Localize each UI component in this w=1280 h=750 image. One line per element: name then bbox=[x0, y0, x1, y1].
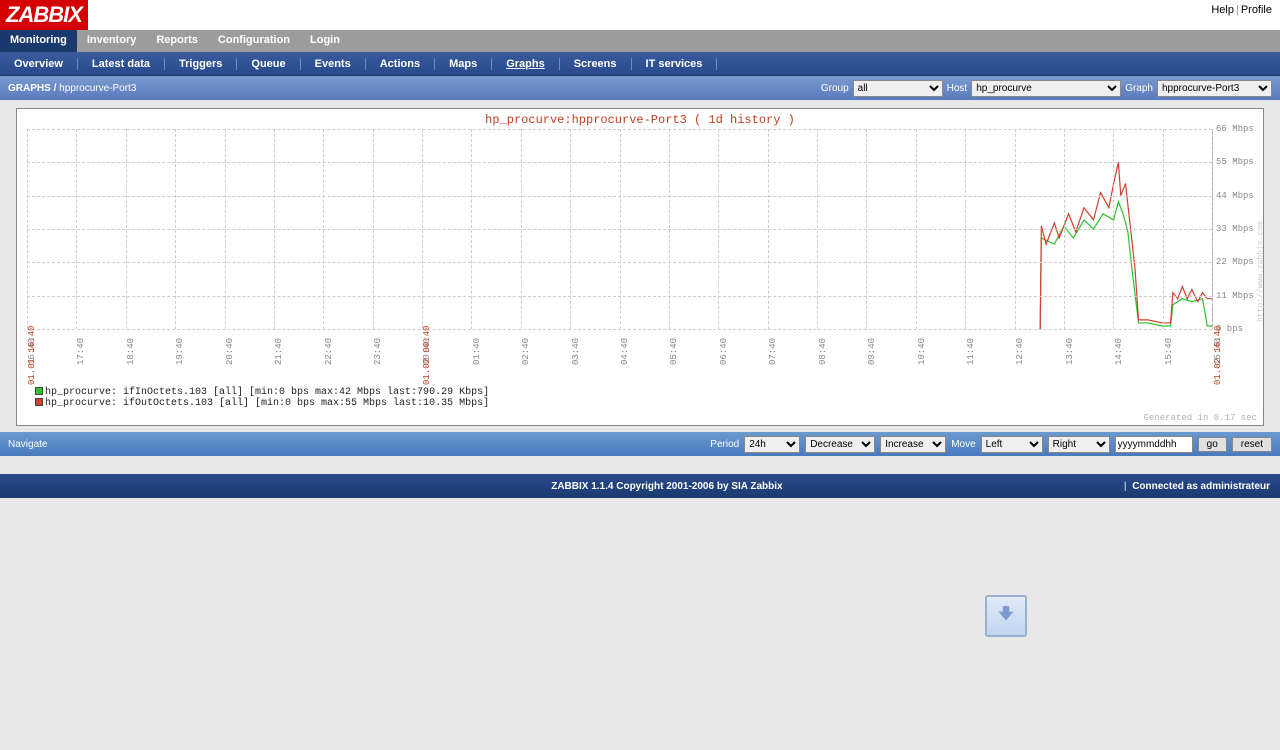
context-bar: GRAPHS / hpprocurve-Port3 Group all Host… bbox=[0, 76, 1280, 100]
footer-connection: | Connected as administrateur bbox=[1124, 481, 1270, 492]
subnav-triggers[interactable]: Triggers bbox=[165, 58, 237, 70]
subnav-latest-data[interactable]: Latest data bbox=[78, 58, 165, 70]
subnav-overview[interactable]: Overview bbox=[0, 58, 78, 70]
subnav-graphs[interactable]: Graphs bbox=[492, 58, 560, 70]
group-select[interactable]: all bbox=[853, 80, 943, 97]
profile-link[interactable]: Profile bbox=[1241, 4, 1272, 16]
navigate-label: Navigate bbox=[8, 439, 47, 450]
go-button[interactable]: go bbox=[1198, 437, 1227, 452]
graph-panel: hp_procurve:hpprocurve-Port3 ( 1d histor… bbox=[16, 108, 1264, 426]
chart-xaxis: 16:4017:4018:4019:4020:4021:4022:4023:40… bbox=[27, 329, 1213, 385]
crumb-section: GRAPHS bbox=[8, 83, 51, 94]
period-select[interactable]: 24h bbox=[744, 436, 800, 453]
move-right-select[interactable]: Right bbox=[1048, 436, 1110, 453]
tab-reports[interactable]: Reports bbox=[146, 30, 208, 52]
chart-plot-area: 0 bps11 Mbps22 Mbps33 Mbps44 Mbps55 Mbps… bbox=[27, 129, 1213, 329]
move-label: Move bbox=[951, 439, 975, 450]
decrease-select[interactable]: Decrease bbox=[805, 436, 875, 453]
subnav-events[interactable]: Events bbox=[301, 58, 366, 70]
host-label: Host bbox=[947, 83, 968, 94]
breadcrumb: GRAPHS / hpprocurve-Port3 bbox=[8, 83, 136, 94]
crumb-current: hpprocurve-Port3 bbox=[59, 83, 136, 94]
tab-monitoring[interactable]: Monitoring bbox=[0, 30, 77, 52]
main-nav: MonitoringInventoryReportsConfigurationL… bbox=[0, 30, 1280, 52]
chart-title: hp_procurve:hpprocurve-Port3 ( 1d histor… bbox=[17, 109, 1263, 129]
move-left-select[interactable]: Left bbox=[981, 436, 1043, 453]
subnav-it-services[interactable]: IT services bbox=[632, 58, 718, 70]
group-label: Group bbox=[821, 83, 849, 94]
reset-button[interactable]: reset bbox=[1232, 437, 1272, 452]
subnav-actions[interactable]: Actions bbox=[366, 58, 435, 70]
tab-configuration[interactable]: Configuration bbox=[208, 30, 300, 52]
graph-label: Graph bbox=[1125, 83, 1153, 94]
graph-select[interactable]: hpprocurve-Port3 bbox=[1157, 80, 1272, 97]
logo: ZABBIX bbox=[0, 0, 88, 30]
gen-note: Generated in 0.17 sec bbox=[17, 413, 1263, 425]
sub-nav: OverviewLatest dataTriggersQueueEventsAc… bbox=[0, 52, 1280, 76]
download-icon[interactable] bbox=[985, 595, 1027, 637]
chart-legend: hp_procurve: ifInOctets.103 [all] [min:0… bbox=[17, 385, 1263, 413]
sidemark: http://www.zabbix.com bbox=[1257, 221, 1266, 322]
footer: ZABBIX 1.1.4 Copyright 2001-2006 by SIA … bbox=[0, 474, 1280, 498]
subnav-maps[interactable]: Maps bbox=[435, 58, 492, 70]
navigate-bar: Navigate Period 24h Decrease Increase Mo… bbox=[0, 432, 1280, 456]
tab-inventory[interactable]: Inventory bbox=[77, 30, 147, 52]
tab-login[interactable]: Login bbox=[300, 30, 350, 52]
help-link[interactable]: Help bbox=[1211, 4, 1234, 16]
top-links: Help|Profile bbox=[1211, 0, 1280, 16]
increase-select[interactable]: Increase bbox=[880, 436, 946, 453]
period-label: Period bbox=[710, 439, 739, 450]
footer-copyright: ZABBIX 1.1.4 Copyright 2001-2006 by SIA … bbox=[551, 481, 782, 492]
host-select[interactable]: hp_procurve bbox=[971, 80, 1121, 97]
subnav-queue[interactable]: Queue bbox=[237, 58, 300, 70]
subnav-screens[interactable]: Screens bbox=[560, 58, 632, 70]
stamp-input[interactable] bbox=[1115, 436, 1193, 453]
